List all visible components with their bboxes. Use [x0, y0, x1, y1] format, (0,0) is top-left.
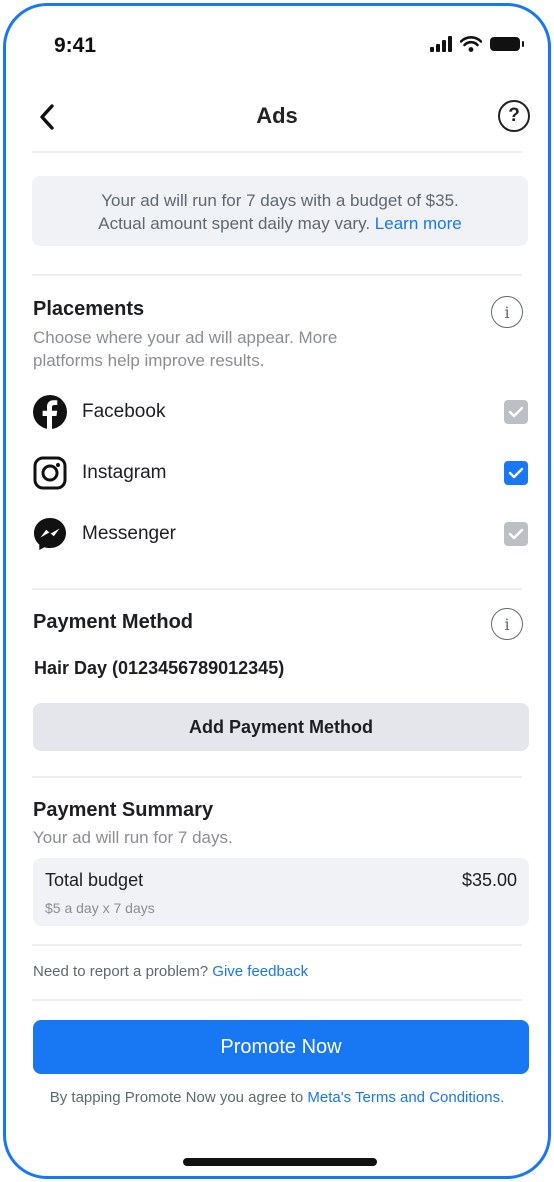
status-icons — [430, 36, 524, 52]
divider — [32, 944, 522, 946]
checkbox-facebook[interactable] — [504, 400, 528, 424]
checkmark-icon — [508, 406, 524, 418]
total-budget-calculation: $5 a day x 7 days — [45, 900, 155, 916]
terms-link[interactable]: Meta's Terms and Conditions. — [307, 1089, 504, 1106]
app-header: Ads ? — [6, 86, 548, 148]
feedback-text: Need to report a problem? — [33, 963, 209, 980]
battery-icon — [490, 37, 524, 51]
divider — [32, 151, 522, 153]
total-budget-amount: $35.00 — [461, 870, 517, 890]
total-budget-label: Total budget — [45, 870, 144, 890]
help-icon: ? — [508, 105, 520, 126]
add-payment-method-button[interactable]: Add Payment Method — [33, 703, 529, 751]
feedback-row: Need to report a problem? Give feedback — [33, 963, 308, 980]
checkmark-icon — [508, 528, 524, 540]
placement-label-facebook: Facebook — [82, 401, 166, 422]
status-time: 9:41 — [54, 34, 97, 57]
page-title: Ads — [256, 103, 298, 128]
placement-row-messenger: Messenger — [32, 512, 528, 556]
placements-subtitle-line-1: Choose where your ad will appear. More — [33, 328, 338, 347]
info-icon: i — [504, 614, 510, 634]
info-icon: i — [504, 302, 510, 322]
divider — [32, 588, 522, 590]
placements-subtitle-line-2: platforms help improve results. — [33, 351, 265, 370]
notice-line-1: Your ad will run for 7 days with a budge… — [101, 191, 459, 210]
placements-info-button[interactable]: i — [491, 296, 523, 328]
payment-summary-title: Payment Summary — [33, 799, 214, 821]
promote-now-button[interactable]: Promote Now — [33, 1020, 529, 1074]
checkbox-messenger[interactable] — [504, 522, 528, 546]
home-indicator — [183, 1158, 377, 1166]
notice-line-2-text: Actual amount spent daily may vary. — [98, 214, 371, 233]
phone-frame: 9:41 Ads ? Your ad will run for 7 days w… — [3, 3, 551, 1179]
total-budget-card: Total budget $5 a day x 7 days $35.00 — [33, 858, 529, 926]
payment-account: Hair Day (0123456789012345) — [34, 658, 285, 678]
divider — [32, 274, 522, 276]
placement-label-instagram: Instagram — [82, 462, 167, 483]
placements-title: Placements — [33, 298, 145, 320]
placement-row-facebook: Facebook — [32, 390, 528, 434]
give-feedback-link[interactable]: Give feedback — [212, 963, 308, 980]
checkmark-icon — [508, 467, 524, 479]
payment-method-info-button[interactable]: i — [491, 608, 523, 640]
terms-prefix: By tapping Promote Now you agree to — [49, 1089, 304, 1106]
payment-summary-subtitle: Your ad will run for 7 days. — [33, 828, 233, 847]
divider — [32, 999, 522, 1001]
terms-text: By tapping Promote Now you agree to Meta… — [46, 1088, 508, 1108]
learn-more-link[interactable]: Learn more — [375, 214, 462, 233]
placement-label-messenger: Messenger — [82, 523, 176, 544]
divider — [32, 776, 522, 778]
instagram-icon — [33, 456, 67, 490]
placements-subtitle: Choose where your ad will appear. More p… — [33, 326, 337, 372]
status-bar: 9:41 — [6, 6, 548, 86]
cellular-signal-icon — [430, 36, 452, 52]
checkbox-instagram[interactable] — [504, 461, 528, 485]
notice-line-2: Actual amount spent daily may vary. Lear… — [32, 212, 528, 235]
messenger-icon — [34, 518, 66, 550]
budget-notice: Your ad will run for 7 days with a budge… — [32, 176, 528, 246]
help-button[interactable]: ? — [498, 100, 530, 132]
payment-method-title: Payment Method — [33, 611, 194, 633]
placement-row-instagram: Instagram — [32, 451, 528, 495]
wifi-icon — [460, 36, 482, 52]
facebook-icon — [33, 395, 67, 430]
